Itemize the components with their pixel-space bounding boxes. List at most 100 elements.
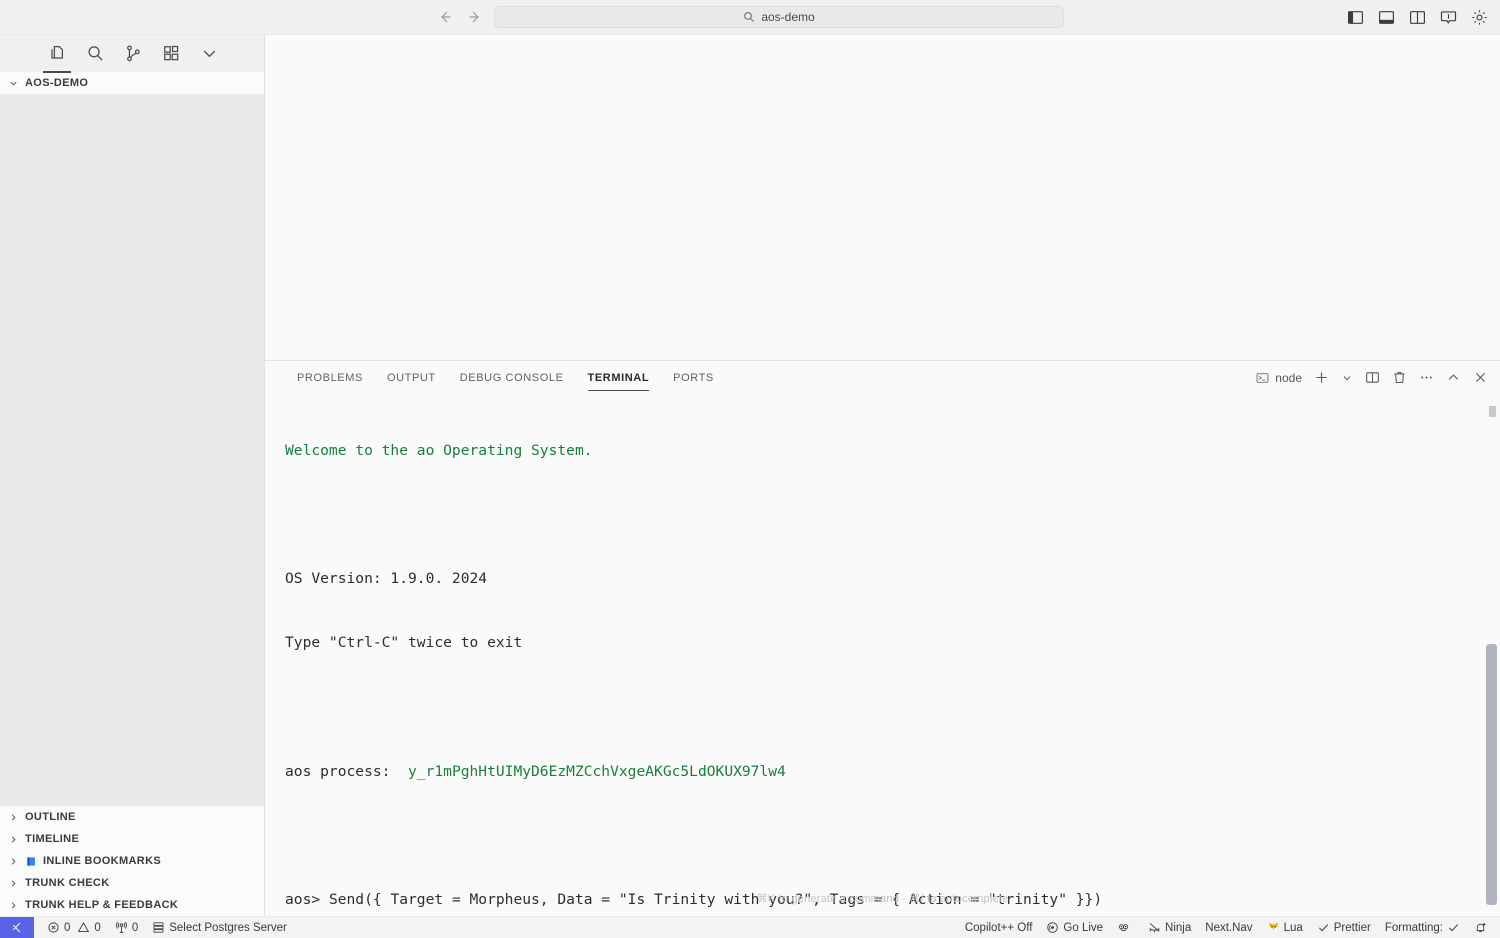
layout-controls (1347, 9, 1488, 26)
error-count: 0 (64, 922, 70, 934)
terminal-output[interactable]: Welcome to the ao Operating System. OS V… (265, 394, 1500, 916)
status-badge-copilot[interactable]: Copilot++ Off (958, 917, 1040, 938)
tab-debug-console[interactable]: DEBUG CONSOLE (448, 361, 576, 394)
status-badge-radio-tower[interactable]: 0 (108, 917, 145, 938)
terminal-ai-hint: ⌘K to generate a command · ⌘/ to autocom… (265, 889, 1500, 910)
section-label: TIMELINE (25, 833, 79, 845)
file-tree[interactable] (0, 94, 264, 806)
sidebar-toolbar (0, 35, 264, 72)
status-badge-formatting[interactable]: Formatting: (1378, 917, 1467, 938)
prettier-label: Prettier (1334, 922, 1371, 934)
process-label: aos process: (285, 763, 390, 780)
vscode-window: aos-demo (0, 0, 1500, 938)
source-control-icon[interactable] (123, 44, 143, 64)
close-panel-icon[interactable] (1472, 370, 1488, 386)
process-id: y_r1mPghHtUIMyD6EzMZCchVxgeAKGc5LdOKUX97… (408, 763, 786, 780)
check-icon (1317, 921, 1330, 934)
status-badge-postgres-server[interactable]: Select Postgres Server (145, 917, 294, 938)
workspace-label: AOS-DEMO (25, 77, 88, 89)
tab-terminal[interactable]: TERMINAL (576, 361, 662, 394)
status-left-group: 0 0 0 Select Postgres Server (40, 917, 294, 938)
terminal-name-label: node (1275, 371, 1302, 385)
check-icon (1447, 921, 1460, 934)
tab-ports[interactable]: PORTS (661, 361, 726, 394)
sidebar-item-timeline[interactable]: TIMELINE (0, 828, 264, 850)
toggle-panel-icon[interactable] (1378, 9, 1395, 26)
terminal-blank-line (285, 697, 1500, 718)
kill-terminal-icon[interactable] (1391, 370, 1407, 386)
terminal-line-process: aos process: y_r1mPghHtUIMyD6EzMZCchVxge… (285, 761, 1500, 782)
status-badge-lua[interactable]: Lua (1260, 917, 1310, 938)
warning-count: 0 (94, 922, 100, 934)
panel-actions: node (1256, 370, 1488, 386)
status-badge-go-live[interactable]: Go Live (1039, 917, 1110, 938)
toggle-primary-sidebar-icon[interactable] (1347, 9, 1364, 26)
terminal-scrollbar[interactable] (1486, 644, 1497, 905)
new-terminal-icon[interactable] (1313, 370, 1329, 386)
arrow-left-icon[interactable] (437, 9, 453, 25)
maximize-panel-icon[interactable] (1445, 370, 1461, 386)
more-actions-icon[interactable] (1418, 370, 1434, 386)
chevron-down-icon[interactable] (199, 44, 219, 64)
go-live-label: Go Live (1063, 922, 1103, 934)
arrow-right-icon[interactable] (467, 9, 483, 25)
explorer-icon[interactable] (47, 44, 67, 64)
command-center-search[interactable]: aos-demo (494, 6, 1064, 28)
postgres-label: Select Postgres Server (169, 922, 287, 934)
gear-icon[interactable] (1471, 9, 1488, 26)
chevron-down-icon (7, 77, 19, 89)
terminal-line: OS Version: 1.9.0. 2024 (285, 568, 1500, 589)
chevron-right-icon (7, 833, 19, 845)
search-icon[interactable] (85, 44, 105, 64)
tab-output[interactable]: OUTPUT (375, 361, 448, 394)
status-badge-problems[interactable]: 0 0 (40, 917, 108, 938)
status-badge-prettier[interactable]: Prettier (1310, 917, 1378, 938)
extensions-icon[interactable] (161, 44, 181, 64)
chevron-right-icon (7, 855, 19, 867)
terminal-blank-line (285, 825, 1500, 846)
formatting-label: Formatting: (1385, 922, 1443, 934)
chevron-right-icon (7, 877, 19, 889)
sidebar-item-inline-bookmarks[interactable]: INLINE BOOKMARKS (0, 850, 264, 872)
sidebar-collapsed-sections: OUTLINE TIMELINE INLINE BOOKMARKS (0, 806, 264, 916)
status-badge-owl[interactable] (1110, 917, 1141, 938)
split-terminal-icon[interactable] (1364, 370, 1380, 386)
ninja-label: Ninja (1165, 922, 1191, 934)
section-label: INLINE BOOKMARKS (43, 855, 161, 867)
chevron-right-icon (7, 899, 19, 911)
radio-tower-count: 0 (132, 922, 138, 934)
database-icon (152, 921, 165, 934)
terminal-tab-node[interactable]: node (1256, 370, 1302, 386)
search-icon (743, 11, 755, 23)
owl-icon (1117, 921, 1130, 934)
chevron-right-icon (7, 811, 19, 823)
terminal-line: Welcome to the ao Operating System. (285, 440, 1500, 461)
status-badge-next-nav[interactable]: Next.Nav (1198, 917, 1259, 938)
bell-dot-icon (1474, 921, 1487, 934)
title-bar: aos-demo (0, 0, 1500, 35)
sidebar-item-trunk-check[interactable]: TRUNK CHECK (0, 872, 264, 894)
next-nav-label: Next.Nav (1205, 922, 1252, 934)
sidebar-item-outline[interactable]: OUTLINE (0, 806, 264, 828)
broadcast-icon (1046, 921, 1059, 934)
sidebar-item-trunk-help[interactable]: TRUNK HELP & FEEDBACK (0, 894, 264, 916)
sidebar-item-workspace[interactable]: AOS-DEMO (0, 72, 264, 94)
customize-layout-icon[interactable] (1440, 9, 1457, 26)
terminal-line: Type "Ctrl-C" twice to exit (285, 632, 1500, 653)
lua-label: Lua (1284, 922, 1303, 934)
bookmark-book-icon (25, 855, 37, 867)
status-badge-ninja[interactable]: Ninja (1141, 917, 1198, 938)
main-area: PROBLEMS OUTPUT DEBUG CONSOLE TERMINAL P… (265, 35, 1500, 916)
terminal-blank-line (285, 504, 1500, 525)
chevron-down-icon[interactable] (1340, 370, 1353, 386)
toggle-secondary-sidebar-icon[interactable] (1409, 9, 1426, 26)
panel-tabs: PROBLEMS OUTPUT DEBUG CONSOLE TERMINAL P… (285, 361, 726, 394)
section-label: TRUNK HELP & FEEDBACK (25, 899, 178, 911)
navigation-controls (437, 9, 483, 25)
tab-problems[interactable]: PROBLEMS (285, 361, 375, 394)
terminal-scroll-marker (1489, 406, 1496, 417)
remote-window-icon[interactable] (0, 917, 34, 938)
terminal-icon (1256, 370, 1269, 386)
status-bar: 0 0 0 Select Postgres Server (0, 916, 1500, 938)
status-badge-notifications[interactable] (1467, 917, 1494, 938)
